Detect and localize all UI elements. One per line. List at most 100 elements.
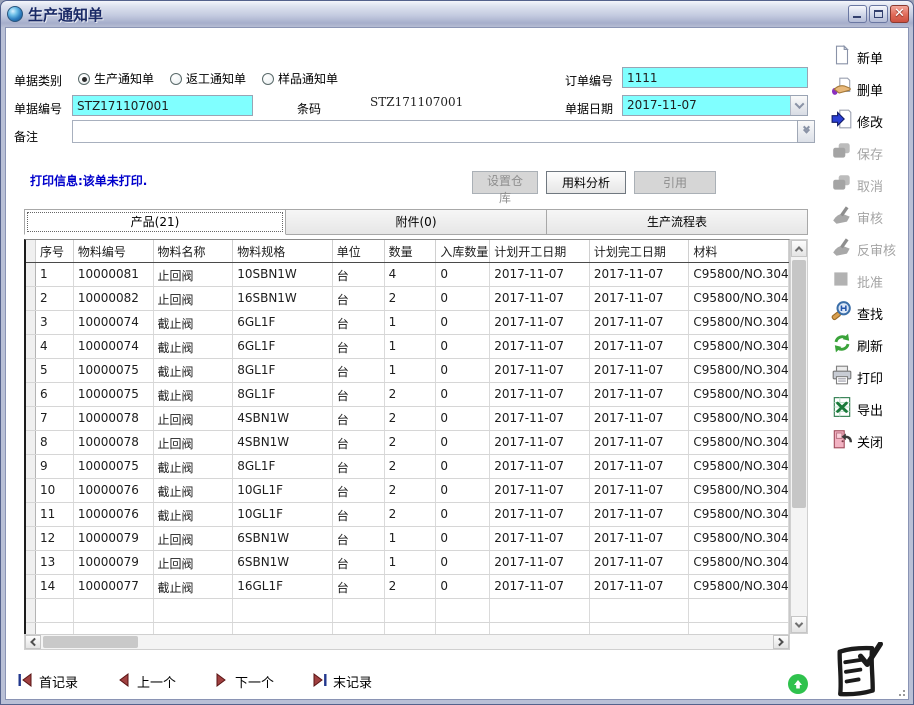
scroll-up-button[interactable]: [791, 240, 807, 257]
tab-0[interactable]: 产品(21): [24, 209, 286, 235]
maximize-button[interactable]: [869, 5, 888, 23]
table-row[interactable]: 710000078止回阀4SBN1W台202017-11-072017-11-0…: [26, 407, 789, 431]
scroll-left-button[interactable]: [25, 635, 41, 649]
table-row[interactable]: 1210000079止回阀6SBN1W台102017-11-072017-11-…: [26, 527, 789, 551]
tab-2[interactable]: 生产流程表: [547, 209, 808, 235]
audit-icon: [831, 204, 853, 230]
sidebar-button-label: 取消: [857, 176, 883, 195]
table-cell: 止回阀: [154, 551, 234, 574]
sidebar-button-取消: 取消: [831, 169, 911, 201]
print-info-text: 打印信息:该单未打印.: [30, 172, 147, 189]
sidebar-button-label: 关闭: [857, 432, 883, 451]
table-cell: 2017-11-07: [590, 311, 690, 334]
table-cell: 台: [333, 575, 385, 598]
record-navigation: 首记录 上一个 下一个 末记录: [18, 672, 372, 691]
table-cell: [385, 599, 437, 622]
chevron-left-icon: [30, 638, 38, 646]
sidebar-button-反审核: 反审核: [831, 233, 911, 265]
table-cell: 截止阀: [154, 575, 234, 598]
scroll-right-button[interactable]: [773, 635, 789, 649]
doc-type-radio-0[interactable]: 生产通知单: [78, 70, 154, 87]
radio-label: 样品通知单: [278, 70, 338, 87]
table-cell: 10GL1F: [233, 503, 333, 526]
nav-previous-record[interactable]: 上一个: [116, 672, 176, 691]
resize-grip[interactable]: [895, 686, 905, 696]
table-row[interactable]: 1310000079止回阀6SBN1W台102017-11-072017-11-…: [26, 551, 789, 575]
table-cell: [490, 623, 590, 634]
table-cell: 0: [436, 311, 490, 334]
table-row[interactable]: 510000075截止阀8GL1F台102017-11-072017-11-07…: [26, 359, 789, 383]
radio-label: 生产通知单: [94, 70, 154, 87]
table-row[interactable]: 1010000076截止阀10GL1F台202017-11-072017-11-…: [26, 479, 789, 503]
scroll-down-button[interactable]: [791, 616, 807, 633]
table-cell: 台: [333, 431, 385, 454]
table-cell: 止回阀: [154, 407, 234, 430]
sidebar-button-修改[interactable]: 修改: [831, 105, 911, 137]
table-cell: [233, 623, 333, 634]
table-cell: 8GL1F: [233, 455, 333, 478]
table-cell: 7: [36, 407, 74, 430]
tab-1[interactable]: 附件(0): [286, 209, 547, 235]
sidebar-button-打印[interactable]: 打印: [831, 361, 911, 393]
table-row[interactable]: 910000075截止阀8GL1F台202017-11-072017-11-07…: [26, 455, 789, 479]
doc-date-dropdown-button[interactable]: [790, 96, 807, 115]
barcode-value: STZ171107001: [370, 95, 463, 109]
table-row[interactable]: [26, 623, 789, 634]
doc-type-radio-1[interactable]: 返工通知单: [170, 70, 246, 87]
form-buttons: 设置仓库用料分析引用: [472, 171, 716, 194]
column-header: 序号: [36, 240, 74, 262]
row-indicator: [26, 431, 36, 454]
remarks-expand-button[interactable]: [797, 120, 815, 143]
vertical-scrollbar[interactable]: [790, 239, 808, 634]
column-header: 计划完工日期: [590, 240, 690, 262]
table-row[interactable]: 1410000077截止阀16GL1F台202017-11-072017-11-…: [26, 575, 789, 599]
table-cell: 10000075: [74, 383, 154, 406]
sidebar-button-刷新[interactable]: 刷新: [831, 329, 911, 361]
doc-no-input[interactable]: STZ171107001: [72, 95, 253, 116]
table-cell: 0: [436, 335, 490, 358]
vertical-scroll-thumb[interactable]: [792, 260, 806, 508]
previous-record-icon: [116, 673, 131, 691]
sidebar-button-查找[interactable]: 查找: [831, 297, 911, 329]
table-cell: 8GL1F: [233, 359, 333, 382]
product-table: 序号物料编号物料名称物料规格单位数量入库数量计划开工日期计划完工日期材料1100…: [24, 239, 808, 651]
table-row[interactable]: 310000074截止阀6GL1F台102017-11-072017-11-07…: [26, 311, 789, 335]
table-cell: C95800/NO.304: [689, 551, 789, 574]
nav-last-record[interactable]: 末记录: [312, 672, 372, 691]
table-row[interactable]: 110000081止回阀10SBN1W台402017-11-072017-11-…: [26, 263, 789, 287]
sidebar-button-新单[interactable]: 新单: [831, 41, 911, 73]
next-record-icon: [214, 673, 229, 691]
table-row[interactable]: 610000075截止阀8GL1F台202017-11-072017-11-07…: [26, 383, 789, 407]
nav-first-record[interactable]: 首记录: [18, 672, 78, 691]
table-cell: 12: [36, 527, 74, 550]
table-cell: [689, 623, 789, 634]
table-cell: 10000074: [74, 311, 154, 334]
horizontal-scroll-thumb[interactable]: [43, 636, 138, 648]
radio-selected-icon: [78, 73, 90, 85]
sidebar-button-关闭[interactable]: 关闭: [831, 425, 911, 457]
table-cell: [490, 599, 590, 622]
sidebar-button-导出[interactable]: 导出: [831, 393, 911, 425]
table-cell: 5: [36, 359, 74, 382]
minimize-button[interactable]: [848, 5, 867, 23]
table-cell: 2: [385, 575, 437, 598]
close-button[interactable]: ✕: [890, 5, 909, 23]
form-button-0: 设置仓库: [472, 171, 538, 194]
sidebar-button-删单[interactable]: 删单: [831, 73, 911, 105]
doc-date-combobox[interactable]: 2017-11-07: [622, 95, 808, 116]
table-row[interactable]: [26, 599, 789, 623]
table-cell: 截止阀: [154, 455, 234, 478]
nav-next-record[interactable]: 下一个: [214, 672, 274, 691]
doc-type-radio-2[interactable]: 样品通知单: [262, 70, 338, 87]
order-no-input[interactable]: 1111: [622, 67, 808, 88]
horizontal-scrollbar[interactable]: [24, 634, 790, 650]
form-button-1[interactable]: 用料分析: [546, 171, 626, 194]
column-header: 物料编号: [74, 240, 154, 262]
table-row[interactable]: 1110000076截止阀10GL1F台202017-11-072017-11-…: [26, 503, 789, 527]
table-row[interactable]: 810000078止回阀4SBN1W台202017-11-072017-11-0…: [26, 431, 789, 455]
table-row[interactable]: 210000082止回阀16SBN1W台202017-11-072017-11-…: [26, 287, 789, 311]
sidebar-button-label: 修改: [857, 112, 883, 131]
remarks-input[interactable]: [72, 120, 798, 143]
table-cell: 2017-11-07: [590, 551, 690, 574]
table-row[interactable]: 410000074截止阀6GL1F台102017-11-072017-11-07…: [26, 335, 789, 359]
